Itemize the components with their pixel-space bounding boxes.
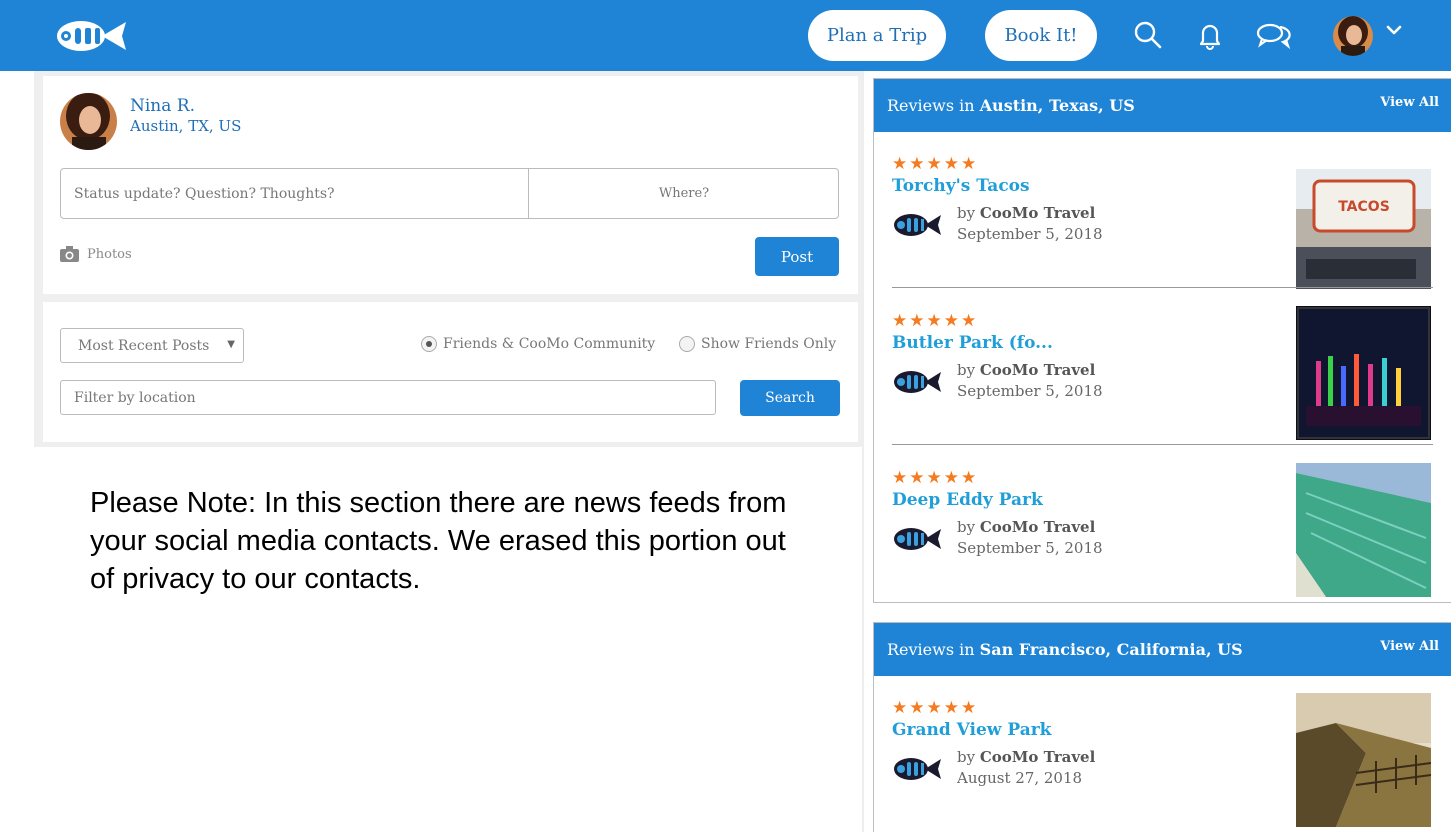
status-input[interactable] — [61, 169, 529, 218]
photos-button[interactable]: Photos — [60, 246, 132, 262]
radio-selected-icon — [421, 336, 437, 352]
panel-location: San Francisco, California, US — [979, 640, 1243, 659]
review-author: by CooMo Travel — [957, 204, 1096, 222]
where-label: Where? — [658, 186, 710, 201]
panel-title: Reviews in Austin, Texas, US — [887, 96, 1135, 115]
reviews-panel-austin: Reviews in Austin, Texas, US View All ★★… — [873, 78, 1451, 603]
star-rating: ★★★★★ — [892, 468, 979, 488]
review-author: by CooMo Travel — [957, 361, 1096, 379]
composer-avatar[interactable] — [60, 93, 117, 150]
status-box: Where? — [60, 168, 839, 219]
review-thumbnail[interactable]: TACOS — [1296, 169, 1431, 303]
reviews-panel-sf: Reviews in San Francisco, California, US… — [873, 622, 1451, 832]
where-field[interactable]: Where? — [530, 169, 838, 218]
search-icon[interactable] — [1133, 20, 1163, 50]
review-item[interactable]: ★★★★★ Deep Eddy Park by CooMo Travel Sep… — [892, 463, 1434, 624]
book-it-button[interactable]: Book It! — [985, 10, 1097, 61]
panel-title: Reviews in San Francisco, California, US — [887, 640, 1243, 659]
review-thumbnail[interactable] — [1296, 693, 1431, 827]
panel-location: Austin, Texas, US — [979, 96, 1135, 115]
privacy-note: Please Note: In this section there are n… — [90, 487, 787, 595]
star-rating: ★★★★★ — [892, 698, 979, 718]
review-date: September 5, 2018 — [957, 225, 1103, 243]
review-divider — [892, 444, 1433, 445]
coomo-logo[interactable] — [54, 14, 128, 54]
plan-trip-button[interactable]: Plan a Trip — [808, 10, 946, 61]
top-navbar: Plan a Trip Book It! — [0, 0, 1451, 71]
place-link[interactable]: Deep Eddy Park — [892, 490, 1043, 510]
radio-community-label: Friends & CooMo Community — [443, 336, 656, 352]
sort-selected-value: Most Recent Posts — [78, 337, 210, 354]
review-author: by CooMo Travel — [957, 748, 1096, 766]
coomo-logo — [894, 371, 941, 393]
location-filter-input[interactable] — [60, 380, 716, 415]
radio-community[interactable]: Friends & CooMo Community — [421, 336, 655, 352]
review-item[interactable]: ★★★★★ Grand View Park by CooMo Travel Au… — [892, 693, 1434, 832]
place-link[interactable]: Torchy's Tacos — [892, 176, 1030, 196]
chat-icon[interactable] — [1255, 20, 1297, 50]
view-all-link[interactable]: View All — [1380, 639, 1439, 654]
place-link[interactable]: Butler Park (fo... — [892, 333, 1053, 353]
svg-text:TACOS: TACOS — [1338, 199, 1390, 215]
star-rating: ★★★★★ — [892, 311, 979, 331]
review-date: August 27, 2018 — [957, 769, 1083, 787]
place-link[interactable]: Grand View Park — [892, 720, 1051, 740]
review-author: by CooMo Travel — [957, 518, 1096, 536]
review-thumbnail[interactable] — [1296, 463, 1431, 597]
radio-friends-label: Show Friends Only — [701, 336, 837, 352]
user-location: Austin, TX, US — [130, 117, 242, 135]
panel-header: Reviews in Austin, Texas, US View All — [874, 79, 1451, 132]
review-date: September 5, 2018 — [957, 382, 1103, 400]
coomo-logo — [894, 758, 941, 780]
search-button[interactable]: Search — [740, 380, 840, 416]
radio-unselected-icon — [679, 336, 695, 352]
user-avatar[interactable] — [1333, 16, 1373, 56]
bell-icon[interactable] — [1195, 20, 1225, 50]
view-all-link[interactable]: View All — [1380, 95, 1439, 110]
review-divider — [892, 287, 1433, 288]
radio-friends-only[interactable]: Show Friends Only — [679, 336, 836, 352]
post-button[interactable]: Post — [755, 237, 839, 276]
camera-icon — [60, 246, 79, 262]
feed-filter-card — [43, 302, 858, 442]
coomo-logo — [894, 528, 941, 550]
panel-header: Reviews in San Francisco, California, US… — [874, 623, 1451, 676]
sort-select[interactable]: Most Recent Posts ▼ — [60, 328, 244, 363]
dropdown-arrow-icon: ▼ — [227, 339, 235, 350]
photos-label: Photos — [87, 246, 132, 262]
star-rating: ★★★★★ — [892, 154, 979, 174]
column-divider — [862, 71, 864, 832]
review-thumbnail[interactable] — [1296, 306, 1431, 440]
chevron-down-icon[interactable] — [1385, 24, 1403, 38]
coomo-logo — [894, 214, 941, 236]
user-name[interactable]: Nina R. — [130, 96, 195, 116]
review-date: September 5, 2018 — [957, 539, 1103, 557]
